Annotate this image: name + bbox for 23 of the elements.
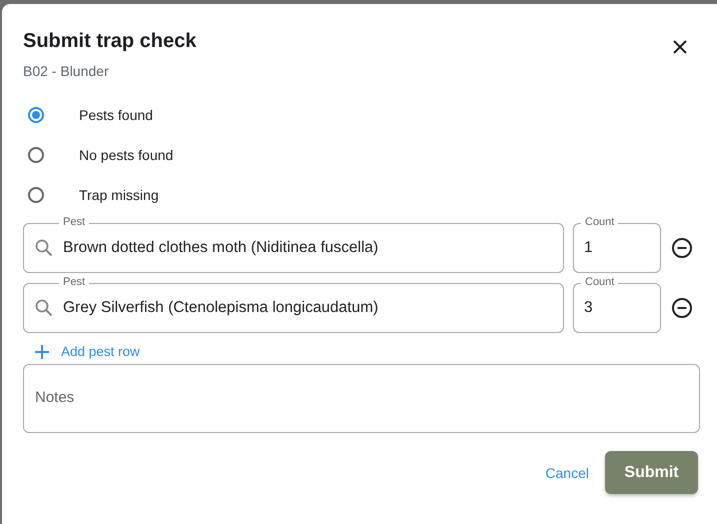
radio-option[interactable]: Trap missing (21, 175, 228, 215)
plus-icon (35, 344, 49, 358)
radio-button[interactable] (28, 147, 44, 163)
radio-option[interactable]: No pests found (21, 135, 228, 175)
field-value: Brown dotted clothes moth (Niditinea fuscella) (63, 239, 378, 257)
search-icon (34, 238, 54, 258)
close-button[interactable] (671, 38, 689, 56)
field-value: 1 (584, 239, 593, 257)
notes-field[interactable]: Notes (23, 364, 700, 433)
radio-button[interactable] (28, 107, 44, 123)
option-label: No pests found (79, 147, 174, 163)
remove-row-button[interactable] (671, 237, 693, 259)
dialog-subtitle: B02 - Blunder (23, 63, 110, 79)
option-label: Trap missing (79, 187, 159, 203)
radio-button[interactable] (28, 187, 44, 203)
radio-option[interactable]: Pests found (21, 95, 228, 135)
remove-row-button[interactable] (671, 297, 693, 319)
submit-button[interactable]: Submit (605, 451, 698, 494)
dialog-title: Submit trap check (23, 30, 196, 53)
search-icon (34, 298, 54, 318)
option-label: Pests found (79, 107, 153, 123)
field-value: Grey Silverfish (Ctenolepisma longicaudatum) (63, 299, 378, 317)
field-value: 3 (584, 299, 593, 317)
